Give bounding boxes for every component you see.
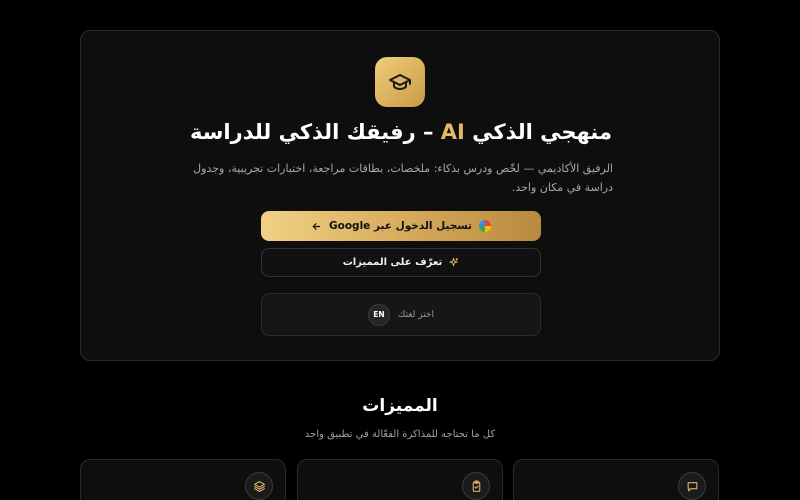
features-section-title: المميزات xyxy=(362,396,438,416)
app-logo xyxy=(375,57,425,107)
title-ai-highlight: AI xyxy=(440,120,465,144)
clipboard-check-icon xyxy=(472,480,480,492)
chat-bubble-icon xyxy=(687,481,697,491)
google-icon xyxy=(479,220,491,232)
hero-subtitle: الرفيق الأكاديمي — لخّص ودرس بذكاء: ملخص… xyxy=(193,162,613,194)
language-label: اختر لغتك xyxy=(398,309,434,320)
google-sign-in-button[interactable]: تسجيل الدخول عبر Google xyxy=(261,211,541,241)
layers-icon xyxy=(253,480,265,492)
google-sign-in-label: تسجيل الدخول عبر Google xyxy=(329,220,472,232)
sparkles-icon xyxy=(449,257,459,267)
language-toggle-en[interactable]: EN xyxy=(368,303,390,326)
explore-features-button[interactable]: تعرّف على المميزات xyxy=(261,248,541,277)
title-part-1: منهجي الذكي xyxy=(464,120,612,144)
graduation-cap-icon xyxy=(389,74,411,90)
explore-features-label: تعرّف على المميزات xyxy=(342,257,443,268)
feature-card-2 xyxy=(297,459,503,500)
title-part-2: – رفيقك الذكي للدراسة xyxy=(190,120,441,144)
feature-card-1 xyxy=(513,459,719,500)
card-icon-container xyxy=(462,472,490,500)
card-icon-container xyxy=(245,472,273,500)
hero-card: منهجي الذكي AI – رفيقك الذكي للدراسة الر… xyxy=(80,30,720,361)
arrow-left-icon xyxy=(312,222,321,230)
language-selector: اختر لغتك EN xyxy=(261,293,541,336)
feature-card-3 xyxy=(80,459,286,500)
page-title: منهجي الذكي AI – رفيقك الذكي للدراسة xyxy=(81,115,721,149)
card-icon-container xyxy=(678,472,706,500)
features-section-subtitle: كل ما تحتاجه للمذاكرة الفعّالة في تطبيق … xyxy=(304,429,496,440)
